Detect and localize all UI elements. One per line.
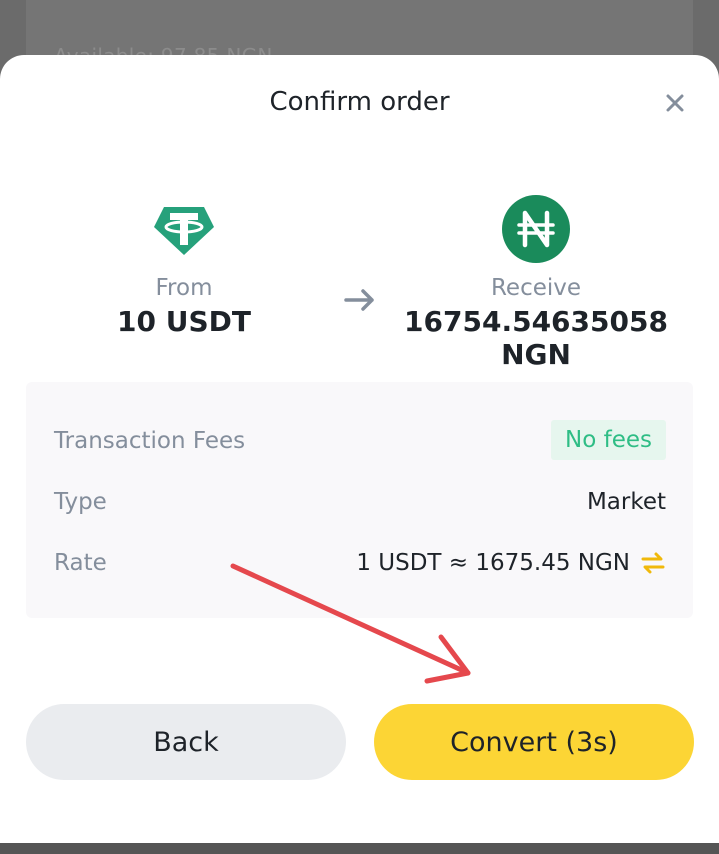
- ngn-coin-icon: [502, 195, 570, 263]
- order-details-panel: Transaction Fees No fees Type Market Rat…: [26, 382, 693, 618]
- fees-row: Transaction Fees No fees: [54, 420, 666, 464]
- back-button[interactable]: Back: [26, 704, 346, 780]
- rate-value-group: 1 USDT ≈ 1675.45 NGN: [356, 550, 666, 576]
- type-value: Market: [586, 489, 666, 515]
- from-token: From 10 USDT: [34, 195, 334, 338]
- fees-label: Transaction Fees: [54, 428, 246, 454]
- from-amount: 10 USDT: [117, 305, 251, 338]
- bottom-strip: [0, 842, 719, 854]
- from-label: From: [155, 275, 213, 301]
- confirm-order-sheet: Confirm order From 10 USDT Receive 16754…: [0, 55, 719, 843]
- type-label: Type: [54, 489, 107, 515]
- rate-row: Rate 1 USDT ≈ 1675.45 NGN: [54, 542, 666, 586]
- convert-button[interactable]: Convert (3s): [374, 704, 694, 780]
- receive-label: Receive: [490, 275, 582, 301]
- rate-label: Rate: [54, 550, 107, 576]
- dialog-title: Confirm order: [269, 87, 450, 117]
- type-row: Type Market: [54, 481, 666, 525]
- usdt-coin-icon: [154, 207, 214, 255]
- close-icon[interactable]: [660, 88, 690, 118]
- swap-rate-icon[interactable]: [640, 551, 666, 575]
- receive-amount: 16754.54635058 NGN: [404, 305, 668, 371]
- rate-value: 1 USDT ≈ 1675.45 NGN: [356, 550, 630, 576]
- no-fees-badge: No fees: [551, 420, 666, 460]
- arrow-right-icon: [344, 289, 374, 311]
- receive-token: Receive 16754.54635058 NGN: [386, 195, 686, 371]
